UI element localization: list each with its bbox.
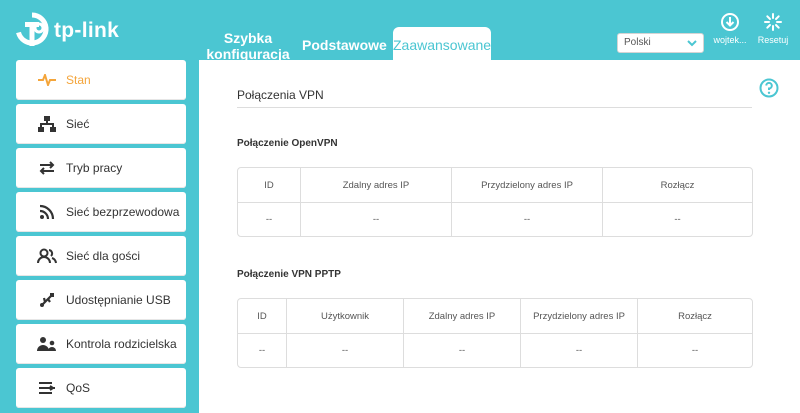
pulse-icon	[36, 74, 58, 86]
table-cell: --	[403, 334, 520, 367]
brand-name: tp-link	[54, 19, 120, 42]
sidebar-item-qos[interactable]: QoS	[16, 368, 186, 408]
language-value: Polski	[624, 37, 651, 48]
account-button[interactable]: wojtek...	[712, 12, 748, 45]
sidebar-item-operation-mode[interactable]: Tryb pracy	[16, 148, 186, 188]
column-header: Rozłącz	[602, 168, 752, 202]
page-title: Połączenia VPN	[237, 88, 752, 108]
table-cell: --	[451, 203, 602, 236]
column-header: ID	[264, 179, 274, 191]
sidebar-item-label: Udostępnianie USB	[66, 293, 171, 307]
table-row: -- -- -- --	[238, 202, 752, 236]
pptp-table: ID Użytkownik Zdalny adres IP Przydzielo…	[237, 298, 753, 368]
column-header: Przydzielony adres IP	[520, 299, 637, 333]
sidebar-item-label: QoS	[66, 381, 91, 395]
openvpn-table: ID Zdalny adres IP Przydzielony adres IP…	[237, 167, 753, 237]
reset-button[interactable]: Resetuj	[756, 12, 790, 45]
reset-icon	[764, 13, 782, 31]
table-header-row: ID Użytkownik Zdalny adres IP Przydzielo…	[238, 299, 752, 333]
tp-link-logo-icon	[16, 12, 49, 46]
mode-switch-icon	[36, 161, 58, 175]
reset-label: Resetuj	[757, 35, 789, 45]
tab-basic[interactable]: Podstawowe	[302, 37, 387, 53]
table-cell: --	[300, 203, 451, 236]
tab-advanced[interactable]: Zaawansowane	[393, 27, 491, 60]
table-cell: --	[265, 214, 273, 225]
user-download-icon	[721, 13, 739, 31]
sidebar-item-label: Sieć	[66, 117, 90, 131]
sidebar-item-label: Sieć dla gości	[66, 249, 141, 263]
pptp-title: Połączenie VPN PPTP	[237, 269, 341, 280]
table-cell: --	[602, 203, 752, 236]
table-cell: --	[637, 334, 752, 367]
sidebar-item-network[interactable]: Sieć	[16, 104, 186, 144]
usb-icon	[36, 292, 58, 308]
parental-icon	[36, 336, 58, 352]
column-header: Rozłącz	[637, 299, 752, 333]
language-select[interactable]: Polski	[617, 33, 704, 53]
sidebar-item-guest-network[interactable]: Sieć dla gości	[16, 236, 186, 276]
openvpn-title: Połączenie OpenVPN	[237, 138, 338, 149]
user-label: wojtek...	[713, 35, 747, 45]
table-cell: --	[258, 345, 266, 356]
sidebar: Stan Sieć Tryb pracy Sieć bezprzewodowa …	[16, 60, 186, 412]
wireless-icon	[36, 204, 58, 220]
column-header: Zdalny adres IP	[300, 168, 451, 202]
sidebar-item-label: Sieć bezprzewodowa	[66, 205, 180, 219]
tab-quick-setup[interactable]: Szybka konfiguracja	[206, 30, 290, 62]
table-cell: --	[520, 334, 637, 367]
column-header: Przydzielony adres IP	[451, 168, 602, 202]
table-row: -- -- -- -- --	[238, 333, 752, 367]
column-header: ID	[257, 310, 267, 322]
column-header: Zdalny adres IP	[403, 299, 520, 333]
sidebar-item-wireless[interactable]: Sieć bezprzewodowa	[16, 192, 186, 232]
tp-link-logo[interactable]: tp-link	[14, 12, 119, 50]
table-cell: --	[286, 334, 403, 367]
main-content: Połączenia VPN Połączenie OpenVPN ID Zda…	[199, 60, 800, 413]
help-icon[interactable]	[759, 78, 779, 98]
guests-icon	[36, 248, 58, 264]
sidebar-item-parental-control[interactable]: Kontrola rodzicielska	[16, 324, 186, 364]
chevron-down-icon	[687, 40, 697, 47]
qos-icon	[36, 381, 58, 395]
sidebar-item-status[interactable]: Stan	[16, 60, 186, 100]
sidebar-item-label: Stan	[66, 73, 91, 87]
sidebar-item-usb-sharing[interactable]: Udostępnianie USB	[16, 280, 186, 320]
sidebar-item-label: Tryb pracy	[66, 161, 123, 175]
sidebar-item-label: Kontrola rodzicielska	[66, 337, 177, 351]
column-header: Użytkownik	[286, 299, 403, 333]
table-header-row: ID Zdalny adres IP Przydzielony adres IP…	[238, 168, 752, 202]
network-icon	[36, 116, 58, 132]
